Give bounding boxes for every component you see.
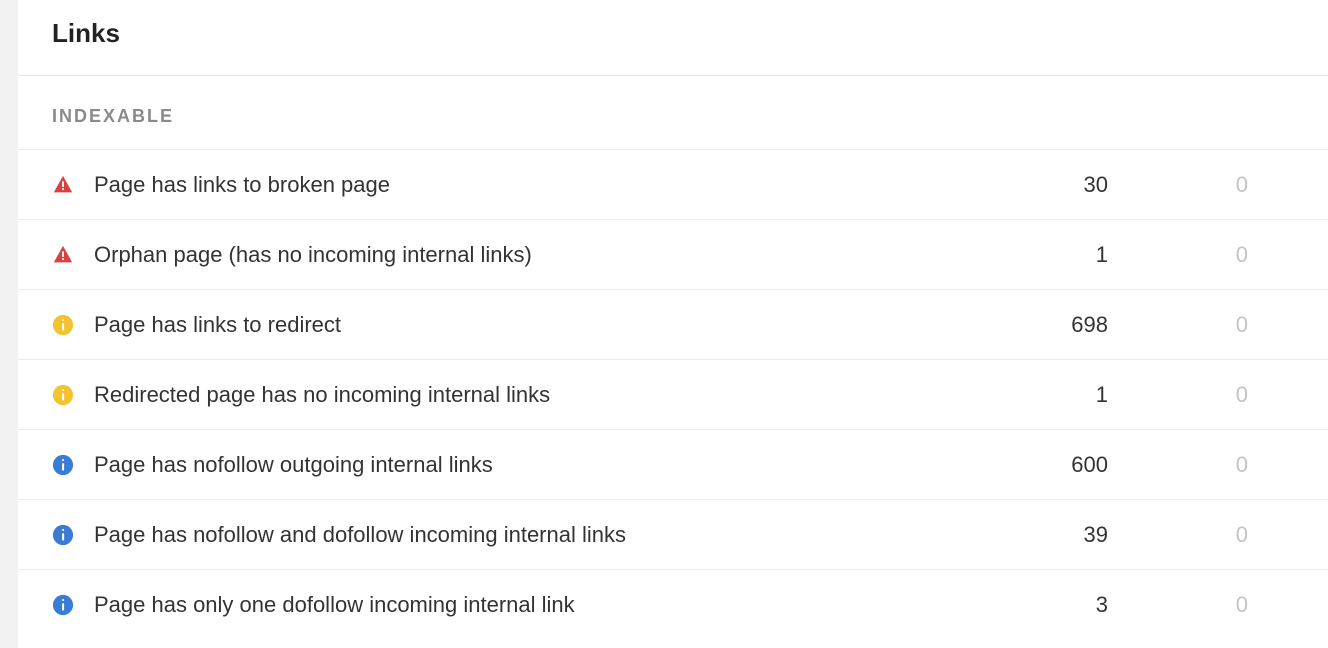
warning-icon: [52, 384, 94, 406]
left-rail: [0, 0, 18, 648]
info-icon: [52, 594, 94, 616]
issue-count: 698: [968, 312, 1188, 338]
issue-row[interactable]: Page has links to redirect6980: [18, 289, 1328, 359]
issue-label: Page has only one dofollow incoming inte…: [94, 592, 968, 618]
issue-count: 1: [968, 382, 1188, 408]
issue-row[interactable]: Orphan page (has no incoming internal li…: [18, 219, 1328, 289]
issue-count: 3: [968, 592, 1188, 618]
links-panel: Links Indexable Page has links to broken…: [18, 0, 1328, 648]
issue-label: Page has links to redirect: [94, 312, 968, 338]
issue-label: Page has nofollow and dofollow incoming …: [94, 522, 968, 548]
issues-list: Page has links to broken page300Orphan p…: [18, 149, 1328, 639]
issue-delta: 0: [1188, 312, 1328, 338]
issue-label: Page has nofollow outgoing internal link…: [94, 452, 968, 478]
issue-delta: 0: [1188, 522, 1328, 548]
section-label-indexable: Indexable: [18, 76, 1328, 149]
issue-row[interactable]: Redirected page has no incoming internal…: [18, 359, 1328, 429]
panel-title: Links: [18, 0, 1328, 75]
issue-label: Redirected page has no incoming internal…: [94, 382, 968, 408]
issue-row[interactable]: Page has only one dofollow incoming inte…: [18, 569, 1328, 639]
issue-row[interactable]: Page has nofollow and dofollow incoming …: [18, 499, 1328, 569]
issue-count: 600: [968, 452, 1188, 478]
issue-delta: 0: [1188, 242, 1328, 268]
issue-count: 39: [968, 522, 1188, 548]
issue-delta: 0: [1188, 382, 1328, 408]
issue-delta: 0: [1188, 452, 1328, 478]
warning-icon: [52, 314, 94, 336]
issue-delta: 0: [1188, 592, 1328, 618]
info-icon: [52, 524, 94, 546]
error-icon: [52, 174, 94, 196]
issue-label: Orphan page (has no incoming internal li…: [94, 242, 968, 268]
info-icon: [52, 454, 94, 476]
issue-label: Page has links to broken page: [94, 172, 968, 198]
issue-count: 30: [968, 172, 1188, 198]
issue-delta: 0: [1188, 172, 1328, 198]
issue-row[interactable]: Page has nofollow outgoing internal link…: [18, 429, 1328, 499]
error-icon: [52, 244, 94, 266]
issue-row[interactable]: Page has links to broken page300: [18, 149, 1328, 219]
issue-count: 1: [968, 242, 1188, 268]
